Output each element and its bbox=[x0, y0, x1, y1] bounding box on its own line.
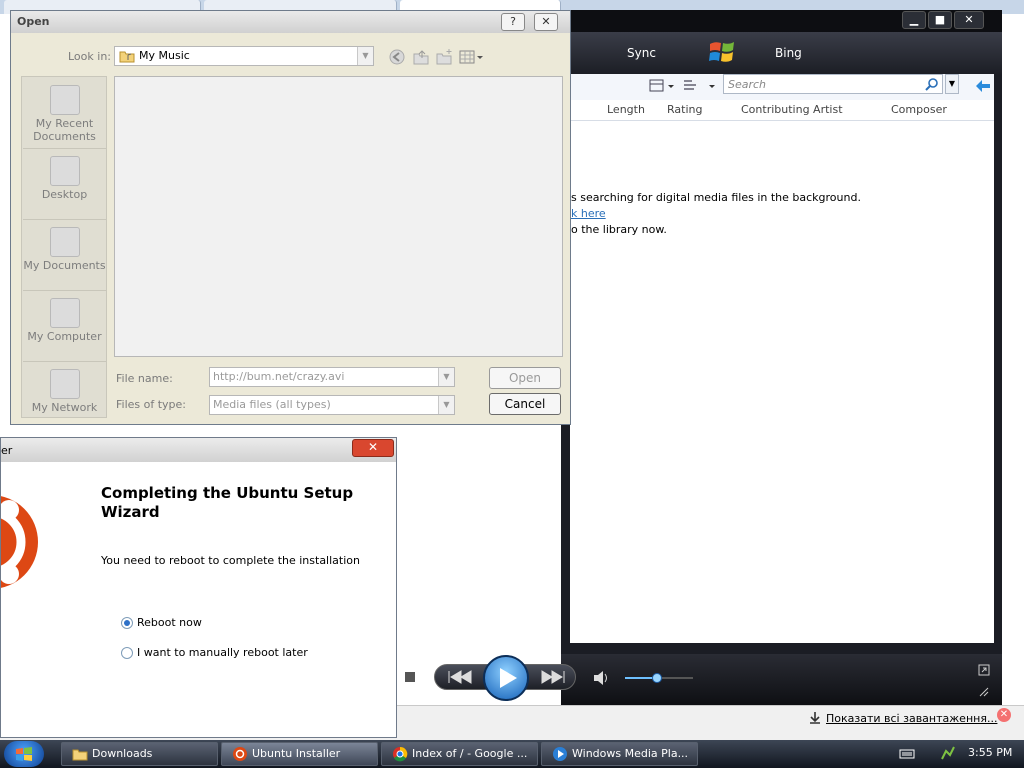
chevron-down-icon: ▼ bbox=[438, 368, 454, 386]
wmp-titlebar: ▁ ■ ✕ bbox=[561, 10, 1002, 32]
column-contributing-artist[interactable]: Contributing Artist bbox=[741, 103, 843, 116]
reboot-later-radio[interactable] bbox=[121, 647, 133, 659]
wmp-nav-bar: Sync Bing bbox=[561, 32, 1002, 74]
close-button[interactable]: ✕ bbox=[954, 11, 984, 29]
open-button[interactable]: Open bbox=[489, 367, 561, 389]
column-composer[interactable]: Composer bbox=[891, 103, 947, 116]
add-library-message: o the library now. bbox=[571, 223, 667, 236]
reboot-later-label[interactable]: I want to manually reboot later bbox=[137, 646, 308, 659]
folder-icon bbox=[72, 749, 88, 761]
start-button[interactable] bbox=[4, 741, 44, 767]
switch-to-now-playing-icon[interactable] bbox=[978, 664, 990, 676]
place-my-network[interactable]: My Network bbox=[23, 363, 106, 432]
media-player-icon bbox=[553, 747, 567, 761]
clock[interactable]: 3:55 PM bbox=[968, 746, 1012, 759]
views-menu-icon[interactable] bbox=[459, 49, 485, 65]
my-network-icon bbox=[49, 369, 80, 399]
place-my-computer[interactable]: My Computer bbox=[23, 292, 106, 362]
desktop-icon bbox=[49, 156, 80, 186]
close-button[interactable]: ✕ bbox=[352, 439, 394, 457]
windows-logo-icon bbox=[16, 747, 32, 761]
play-icon bbox=[500, 668, 517, 688]
show-all-downloads-link[interactable]: Показати всі завантаження... bbox=[826, 712, 997, 725]
place-my-documents[interactable]: My Documents bbox=[23, 221, 106, 291]
next-icon[interactable] bbox=[540, 670, 568, 684]
my-documents-icon bbox=[49, 227, 80, 257]
look-in-label: Look in: bbox=[68, 50, 111, 63]
places-bar: My Recent Documents Desktop My Documents… bbox=[21, 76, 107, 418]
file-list[interactable] bbox=[114, 76, 563, 357]
nav-bing[interactable]: Bing bbox=[775, 46, 802, 60]
recent-documents-icon bbox=[49, 85, 80, 115]
wizard-titlebar: er ✕ bbox=[1, 438, 396, 462]
search-input[interactable]: Search bbox=[723, 74, 943, 94]
wizard-title: er bbox=[1, 444, 13, 457]
reboot-now-radio[interactable] bbox=[121, 617, 133, 629]
chevron-down-icon: ▼ bbox=[438, 396, 454, 414]
look-in-dropdown[interactable]: My Music ▼ bbox=[114, 46, 374, 66]
file-name-label: File name: bbox=[116, 372, 173, 385]
column-length[interactable]: Length bbox=[607, 103, 645, 116]
volume-thumb[interactable] bbox=[652, 673, 662, 683]
nav-sync[interactable]: Sync bbox=[627, 46, 656, 60]
list-options-icon[interactable] bbox=[683, 78, 717, 94]
close-button[interactable]: ✕ bbox=[534, 13, 558, 31]
back-icon[interactable] bbox=[389, 49, 405, 65]
music-folder-icon bbox=[119, 51, 135, 63]
my-computer-icon bbox=[49, 298, 80, 328]
volume-icon[interactable] bbox=[593, 670, 609, 686]
files-of-type-value: Media files (all types) bbox=[213, 398, 331, 411]
view-options-icon[interactable] bbox=[649, 78, 675, 94]
resize-grip-icon[interactable] bbox=[978, 686, 990, 698]
search-icon[interactable] bbox=[925, 77, 939, 91]
ubuntu-icon bbox=[233, 747, 247, 761]
search-dropdown[interactable]: ▼ bbox=[945, 74, 959, 94]
previous-icon[interactable] bbox=[445, 670, 473, 684]
help-button[interactable]: ? bbox=[501, 13, 525, 31]
stop-button[interactable] bbox=[405, 672, 415, 682]
ubuntu-logo-icon bbox=[1, 496, 38, 588]
place-desktop[interactable]: Desktop bbox=[23, 150, 106, 220]
dialog-title: Open bbox=[17, 15, 50, 28]
keyboard-icon[interactable] bbox=[899, 749, 915, 759]
wizard-heading: Completing the Ubuntu Setup Wizard bbox=[101, 484, 354, 521]
chevron-down-icon: ▼ bbox=[357, 47, 373, 65]
place-my-recent-documents[interactable]: My Recent Documents bbox=[23, 79, 106, 149]
ubuntu-setup-wizard: er ✕ Completing the Ubuntu Setup Wizard … bbox=[0, 437, 397, 738]
new-folder-icon[interactable] bbox=[435, 48, 453, 66]
download-icon bbox=[810, 712, 820, 724]
windows-logo-icon bbox=[709, 42, 734, 62]
chrome-icon bbox=[393, 746, 408, 762]
click-here-link[interactable]: k here bbox=[571, 207, 606, 220]
back-arrow-icon[interactable] bbox=[975, 79, 991, 93]
network-icon[interactable] bbox=[940, 745, 956, 761]
maximize-button[interactable]: ■ bbox=[928, 11, 952, 29]
minimize-button[interactable]: ▁ bbox=[902, 11, 926, 29]
open-dialog: Open ? ✕ Look in: My Music ▼ My Recent D… bbox=[10, 10, 571, 425]
close-download-bar-icon[interactable]: ✕ bbox=[997, 708, 1011, 722]
file-name-input[interactable]: http://bum.net/crazy.avi ▼ bbox=[209, 367, 455, 387]
files-of-type-dropdown[interactable]: Media files (all types) ▼ bbox=[209, 395, 455, 415]
playback-controls bbox=[561, 654, 1002, 705]
files-of-type-label: Files of type: bbox=[116, 398, 187, 411]
file-name-value: http://bum.net/crazy.avi bbox=[213, 370, 345, 383]
cancel-button[interactable]: Cancel bbox=[489, 393, 561, 415]
reboot-now-label[interactable]: Reboot now bbox=[137, 616, 202, 629]
column-rating[interactable]: Rating bbox=[667, 103, 702, 116]
play-button[interactable] bbox=[483, 655, 529, 701]
open-dialog-titlebar: Open ? ✕ bbox=[11, 11, 570, 33]
wizard-subtext: You need to reboot to complete the insta… bbox=[101, 554, 360, 567]
up-folder-icon[interactable] bbox=[412, 48, 430, 66]
look-in-value: My Music bbox=[139, 49, 190, 62]
scan-message: s searching for digital media files in t… bbox=[571, 191, 861, 204]
